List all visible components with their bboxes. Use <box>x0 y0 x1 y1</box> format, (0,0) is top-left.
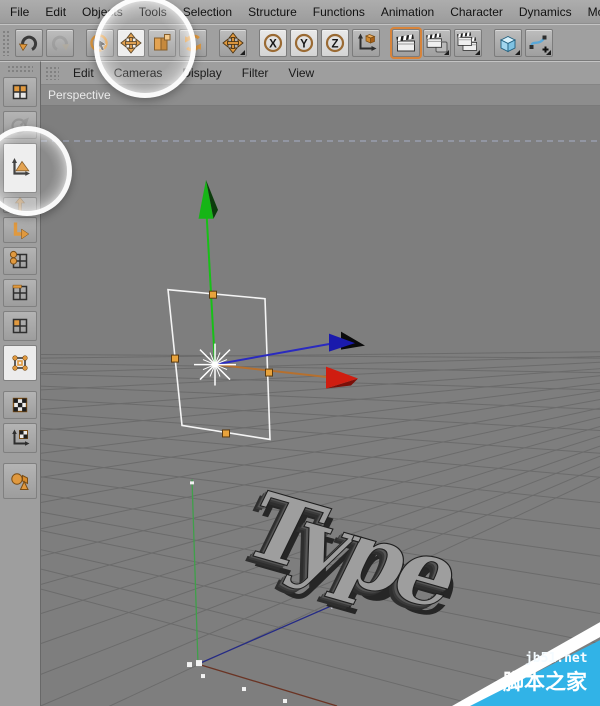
viewport-title-bar[interactable]: Perspective <box>41 85 600 106</box>
live-selection-button[interactable] <box>86 28 114 57</box>
viewport-menu-drag-handle[interactable] <box>45 66 59 80</box>
viewport-menu-item[interactable]: Display <box>172 66 231 80</box>
move-tool-button[interactable] <box>117 28 145 57</box>
object-axis-asterisk[interactable] <box>194 343 236 386</box>
menu-item[interactable]: Selection <box>175 5 240 19</box>
lock-y-axis-button[interactable]: Y <box>290 28 318 57</box>
handle-bottom[interactable] <box>222 429 230 438</box>
world-x-axis <box>197 663 338 706</box>
snap-settings-button[interactable] <box>3 463 37 499</box>
menu-item[interactable]: File <box>2 5 37 19</box>
polygon-mode-button[interactable] <box>3 311 37 341</box>
menu-item[interactable]: Edit <box>37 5 74 19</box>
redo-button[interactable] <box>46 28 74 57</box>
world-y-axis <box>191 479 199 665</box>
sidebar-drag-handle[interactable] <box>7 65 33 73</box>
axis-modification-button[interactable] <box>3 217 37 243</box>
svg-text:Z: Z <box>331 38 338 50</box>
viewport-panel: Edit Cameras Display Filter View Perspective <box>41 61 600 706</box>
add-spline-object-button[interactable] <box>525 28 553 57</box>
menu-item[interactable]: Character <box>442 5 511 19</box>
menu-item[interactable]: Structure <box>240 5 305 19</box>
point-mode-button[interactable] <box>3 247 37 275</box>
model-mode-button[interactable] <box>3 143 37 193</box>
undo-button[interactable] <box>15 28 43 57</box>
svg-text:Y: Y <box>300 38 308 50</box>
gizmo-z-axis[interactable] <box>214 341 338 366</box>
scene-3d: Type Type Type Type Type jb51.net 脚本之家 <box>41 140 600 706</box>
rotate-tool-button[interactable] <box>179 28 207 57</box>
object-mode-button[interactable] <box>3 345 37 381</box>
main-toolbar: X Y Z <box>0 24 600 61</box>
make-editable-button[interactable] <box>3 77 37 107</box>
text-object-3d[interactable]: Type Type Type Type Type <box>218 471 482 639</box>
view-label: Perspective <box>48 88 111 102</box>
add-cube-object-button[interactable] <box>494 28 522 57</box>
texture-axis-mode-button[interactable] <box>3 423 37 453</box>
active-tool-button[interactable] <box>219 28 247 57</box>
gizmo-y-axis[interactable] <box>205 203 216 365</box>
object-axis-disabled-button[interactable] <box>3 197 37 213</box>
viewport-menu-item[interactable]: Filter <box>232 66 279 80</box>
grid-line <box>41 385 600 410</box>
render-queue-button[interactable] <box>454 28 482 57</box>
lock-x-axis-button[interactable]: X <box>259 28 287 57</box>
render-settings-button[interactable] <box>423 28 451 57</box>
toolbar-drag-handle[interactable] <box>2 29 10 56</box>
coordinate-system-button[interactable] <box>352 28 380 57</box>
svg-text:X: X <box>269 38 277 50</box>
grid-line <box>41 412 600 454</box>
scale-tool-button[interactable] <box>148 28 176 57</box>
selection-disabled-button[interactable] <box>3 111 37 139</box>
menu-item[interactable]: Tools <box>131 5 175 19</box>
viewport-menu-item[interactable]: View <box>278 66 324 80</box>
tool-sidebar <box>0 61 41 706</box>
menu-item[interactable]: Functions <box>305 5 373 19</box>
viewport-canvas[interactable]: Type Type Type Type Type jb51.net 脚本之家 <box>41 106 600 706</box>
lock-z-axis-button[interactable]: Z <box>321 28 349 57</box>
handle-left[interactable] <box>171 354 179 363</box>
watermark: jb51.net 脚本之家 <box>452 622 600 706</box>
menu-item[interactable]: Objects <box>74 5 131 19</box>
handle-right[interactable] <box>265 368 273 377</box>
grid-line <box>41 382 600 454</box>
edge-mode-button[interactable] <box>3 279 37 307</box>
viewport-menu-bar: Edit Cameras Display Filter View <box>41 62 600 85</box>
texture-mode-button[interactable] <box>3 391 37 419</box>
viewport-menu-item[interactable]: Cameras <box>104 66 173 80</box>
render-view-button[interactable] <box>392 28 420 57</box>
watermark-url: jb51.net <box>525 651 588 666</box>
menu-bar: File Edit Objects Tools Selection Structure Fu… <box>0 0 600 24</box>
watermark-site-name: 脚本之家 <box>503 670 587 694</box>
viewport-menu-item[interactable]: Edit <box>63 66 104 80</box>
menu-item[interactable]: Animation <box>373 5 442 19</box>
menu-item[interactable]: Dynamics <box>511 5 580 19</box>
handle-top[interactable] <box>209 290 217 299</box>
menu-item[interactable]: MoGraph <box>580 5 600 19</box>
